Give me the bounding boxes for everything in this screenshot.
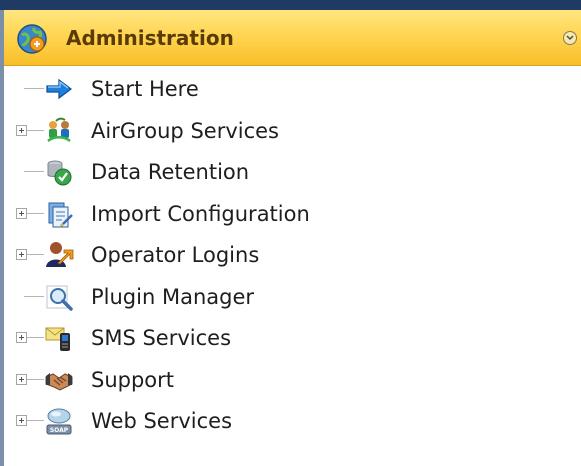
tree-item-label: Operator Logins: [91, 243, 260, 267]
admin-panel: Administration Start Here AirGroup Servi…: [0, 0, 581, 466]
expand-toggle[interactable]: [16, 332, 27, 343]
tree-item-label: Import Configuration: [91, 201, 310, 226]
expand-toggle[interactable]: [16, 207, 27, 219]
handshake-icon: [45, 372, 73, 391]
magnifier-icon: [46, 285, 73, 311]
tree-item-label: SMS Services: [91, 326, 232, 350]
svg-text:SOAP: SOAP: [50, 427, 69, 434]
import-config-icon: [48, 202, 73, 227]
tree-connector: [24, 88, 44, 89]
tree-item-support[interactable]: Support: [4, 359, 581, 401]
tree-item-start-here[interactable]: Start Here: [4, 68, 581, 110]
tree-connector: [27, 212, 44, 214]
tree-item-label: Data Retention: [91, 160, 250, 184]
tree-item-data-retention[interactable]: Data Retention: [4, 151, 581, 193]
tree-connector: [27, 129, 44, 131]
collapse-button[interactable]: [563, 31, 577, 45]
tree-item-airgroup-services[interactable]: AirGroup Services: [4, 110, 581, 152]
tree-item-sms-services[interactable]: SMS Services: [4, 317, 581, 359]
tree-item-label: Start Here: [91, 77, 199, 101]
expand-toggle[interactable]: [16, 373, 27, 385]
chevron-circle-icon: [566, 35, 574, 41]
tree-item-web-services[interactable]: SOAP Web Services: [4, 400, 581, 442]
administration-header[interactable]: Administration: [4, 10, 581, 66]
data-retention-icon: [47, 160, 72, 186]
tree-item-plugin-manager[interactable]: Plugin Manager: [4, 276, 581, 318]
operator-logins-icon: [46, 242, 74, 267]
sms-phone-icon: [45, 327, 70, 351]
soap-icon: SOAP: [46, 408, 72, 435]
expand-toggle[interactable]: [16, 124, 27, 136]
tree-connector: [27, 420, 44, 421]
header-title: Administration: [66, 26, 234, 50]
tree-item-import-configuration[interactable]: Import Configuration: [4, 193, 581, 235]
admin-globe-icon: [17, 24, 47, 54]
tree-connector: [27, 337, 44, 338]
tree-connector: [24, 295, 44, 297]
tree-item-label: AirGroup Services: [91, 118, 279, 143]
tree-connector: [27, 254, 44, 255]
expand-toggle[interactable]: [16, 415, 27, 426]
airgroup-icon: [47, 117, 71, 142]
tree-item-label: Support: [91, 367, 175, 392]
admin-tree: Start Here AirGroup Services Data Retent…: [4, 68, 581, 442]
tree-connector: [24, 171, 44, 172]
panel-top-border: [0, 0, 581, 10]
arrow-right-icon: [46, 78, 72, 100]
expand-toggle[interactable]: [16, 249, 27, 260]
tree-item-label: Plugin Manager: [91, 284, 255, 309]
tree-item-operator-logins[interactable]: Operator Logins: [4, 234, 581, 276]
tree-item-label: Web Services: [91, 409, 233, 433]
tree-connector: [27, 378, 44, 380]
